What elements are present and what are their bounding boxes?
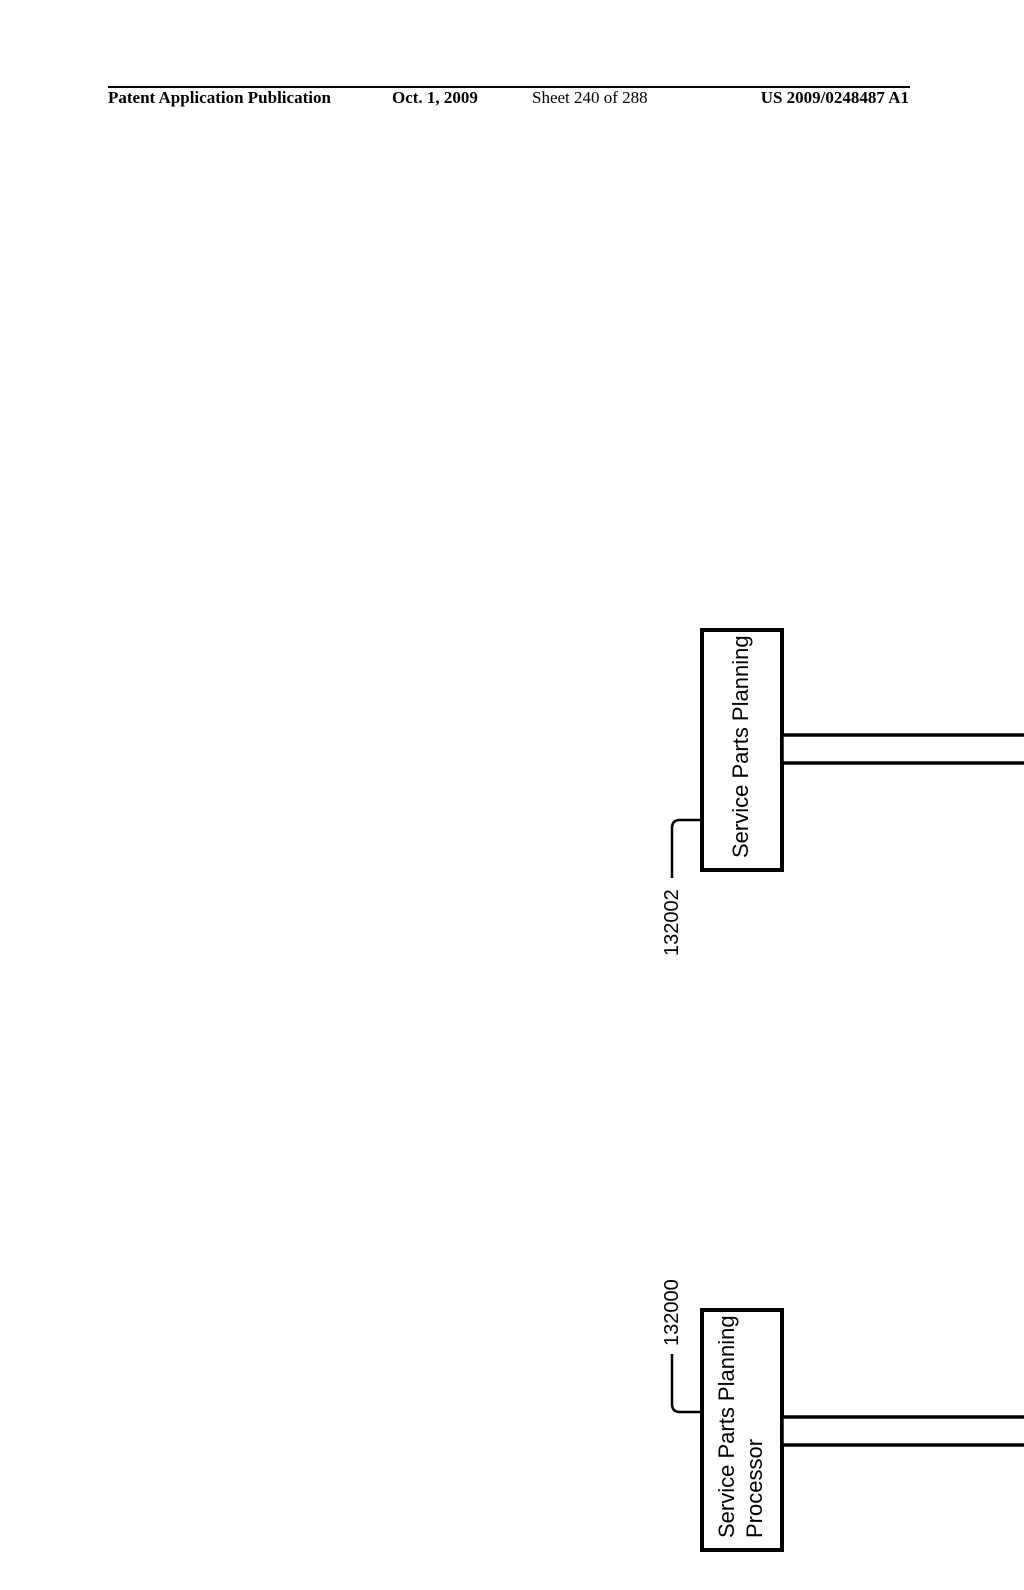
actor-left-label-line2: Processor [742, 1439, 767, 1538]
actor-left: Service Parts Planning Processor [702, 1310, 782, 1550]
actor-left-ref: 132000 [662, 1279, 702, 1412]
header-publication-label: Patent Application Publication [108, 88, 331, 108]
sequence-diagram: Service Parts Planning Processor 132000 … [662, 530, 1024, 1590]
actor-right: Service Parts Planning [702, 630, 782, 870]
lifeline-left [782, 1417, 1024, 1445]
diagram-svg: Service Parts Planning Processor 132000 … [662, 530, 1024, 1590]
page-root: Patent Application Publication Oct. 1, 2… [0, 0, 1024, 1320]
header-sheet: Sheet 240 of 288 [532, 88, 648, 108]
actor-left-label-line1: Service Parts Planning [714, 1315, 739, 1538]
actor-right-ref: 132002 [662, 820, 702, 956]
lifeline-right [782, 735, 1024, 763]
header-date: Oct. 1, 2009 [392, 88, 478, 108]
actor-left-ref-label: 132000 [662, 1279, 683, 1346]
actor-right-ref-label: 132002 [662, 889, 683, 956]
actor-right-label: Service Parts Planning [728, 635, 753, 858]
header-pubno: US 2009/0248487 A1 [761, 88, 909, 108]
